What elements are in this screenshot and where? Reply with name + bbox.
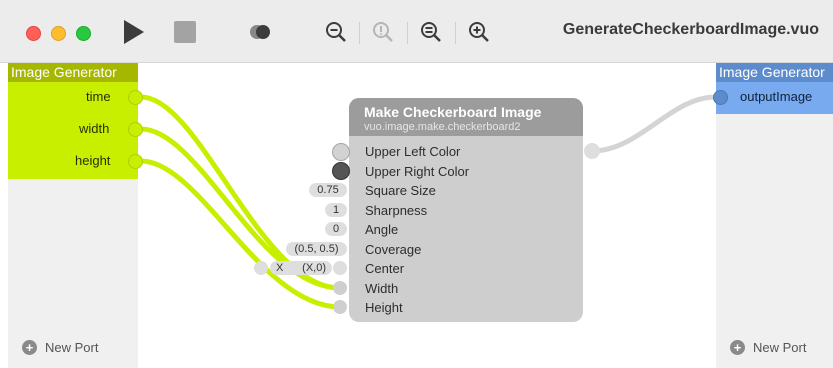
zoom-in-icon: [469, 22, 489, 42]
published-port-time[interactable]: time: [86, 89, 111, 104]
published-port-outputimage[interactable]: outputImage: [740, 89, 812, 104]
stop-icon: [174, 21, 196, 43]
toolbar-separator: [455, 22, 456, 44]
port-label-height: Height: [365, 300, 403, 315]
new-port-label: New Port: [753, 340, 807, 355]
output-published-ports-panel: Image Generator outputImage + New Port: [713, 63, 833, 368]
published-port-height[interactable]: height: [75, 153, 110, 168]
zoom-to-fit-button[interactable]: [418, 18, 444, 46]
cable-output-image[interactable]: [591, 94, 717, 154]
new-output-port-button[interactable]: + New Port: [730, 340, 806, 355]
input-publisher-title[interactable]: Image Generator: [8, 63, 138, 82]
square-size-constant[interactable]: 0.75: [309, 183, 347, 197]
port-label-width: Width: [365, 281, 399, 296]
input-published-ports-panel: Image Generator time width height + New …: [8, 63, 143, 368]
node-class-name: vuo.image.make.checkerboard2: [364, 121, 521, 133]
window-title: GenerateCheckerboardImage.vuo: [562, 21, 819, 38]
zoom-actual-size-button[interactable]: [370, 18, 396, 46]
cable-height-to-height[interactable]: [140, 158, 341, 310]
zoom-window-button[interactable]: [76, 26, 91, 41]
add-icon: +: [22, 340, 37, 355]
zoom-out-button[interactable]: [323, 18, 349, 46]
toolbar-separator: [359, 22, 360, 44]
published-port-height-dot[interactable]: [128, 154, 143, 169]
upper-left-color-swatch[interactable]: [332, 143, 350, 161]
center-drawer-input-port[interactable]: [254, 261, 268, 275]
output-publisher-title[interactable]: Image Generator: [716, 63, 833, 82]
input-published-ports: [8, 82, 138, 179]
show-events-button[interactable]: [248, 18, 274, 46]
port-label-sharpness: Sharpness: [365, 203, 428, 218]
new-port-label: New Port: [45, 340, 99, 355]
port-label-square-size: Square Size: [365, 183, 436, 198]
center-drawer-x-label: X: [276, 262, 284, 274]
run-button[interactable]: [118, 18, 148, 46]
node-make-checkerboard-image[interactable]: Make Checkerboard Image vuo.image.make.c…: [349, 98, 600, 322]
published-port-outputimage-dot[interactable]: [713, 90, 728, 105]
zoom-in-button[interactable]: [466, 18, 492, 46]
upper-right-color-swatch[interactable]: [332, 162, 350, 180]
port-label-coverage: Coverage: [365, 242, 422, 257]
port-label-upper-right-color: Upper Right Color: [365, 164, 470, 179]
center-constant[interactable]: (X,0): [302, 261, 326, 275]
output-port-image[interactable]: [584, 143, 600, 159]
port-label-upper-left-color: Upper Left Color: [365, 144, 461, 159]
height-input-port[interactable]: [333, 300, 347, 314]
angle-constant[interactable]: 0: [325, 222, 347, 236]
published-port-time-dot[interactable]: [128, 90, 143, 105]
published-port-width[interactable]: width: [79, 121, 109, 136]
center-input-port[interactable]: [333, 261, 347, 275]
run-icon: [124, 20, 144, 44]
coverage-constant[interactable]: (0.5, 0.5): [286, 242, 347, 256]
close-window-button[interactable]: [26, 26, 41, 41]
port-label-center: Center: [365, 261, 405, 276]
minimize-window-button[interactable]: [51, 26, 66, 41]
port-label-angle: Angle: [365, 222, 399, 237]
stop-button[interactable]: [171, 18, 199, 46]
width-input-port[interactable]: [333, 281, 347, 295]
add-icon: +: [730, 340, 745, 355]
zoom-to-fit-icon: [421, 22, 441, 42]
zoom-actual-icon: [373, 22, 393, 42]
composition-canvas[interactable]: Image Generator time width height + New …: [0, 63, 833, 368]
node-title: Make Checkerboard Image: [364, 104, 542, 120]
toolbar-separator: [407, 22, 408, 44]
published-port-width-dot[interactable]: [128, 122, 143, 137]
center-drawer[interactable]: X (X,0): [270, 261, 332, 275]
new-input-port-button[interactable]: + New Port: [22, 340, 98, 355]
zoom-out-icon: [326, 22, 346, 42]
sharpness-constant[interactable]: 1: [325, 203, 347, 217]
node-header[interactable]: Make Checkerboard Image vuo.image.make.c…: [349, 98, 583, 136]
show-events-icon: [250, 25, 270, 39]
title-bar: GenerateCheckerboardImage.vuo: [0, 0, 833, 63]
